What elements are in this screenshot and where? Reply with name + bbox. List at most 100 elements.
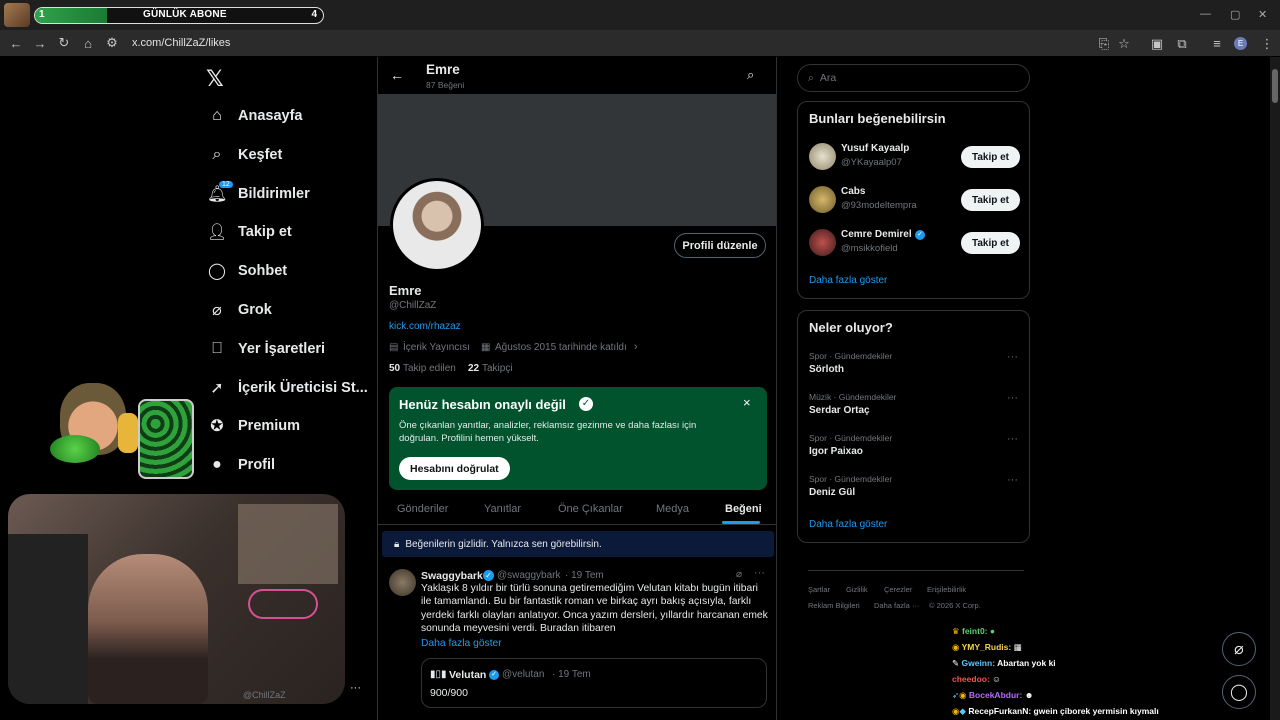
subscriber-goal-target: 4 — [311, 9, 317, 20]
edit-profile-button[interactable]: Profili düzenle — [674, 233, 766, 258]
grok-tweet-icon[interactable]: ⌀ — [736, 569, 742, 580]
tab-media[interactable]: Medya — [656, 503, 689, 515]
chat-badge-icon: ✎ — [952, 658, 960, 668]
nav-premium[interactable]: ✪ Premium — [207, 413, 300, 439]
scrollbar-thumb[interactable] — [1272, 69, 1278, 103]
follow-button[interactable]: Takip et — [961, 189, 1020, 211]
trend-name[interactable]: Deniz Gül — [809, 487, 855, 498]
home-browser-icon[interactable]: ⌂ — [76, 36, 100, 51]
tab-likes[interactable]: Beğeni — [725, 503, 762, 515]
trend-more-icon[interactable]: ··· — [1007, 392, 1018, 404]
profile-link[interactable]: kick.com/rhazaz — [389, 321, 461, 332]
menu-icon[interactable]: ⋮ — [1255, 36, 1279, 52]
following-count[interactable]: 50 — [389, 363, 400, 374]
search-input[interactable]: ⌕ Ara — [797, 64, 1030, 92]
suggestion-handle[interactable]: @msikkofield — [841, 243, 898, 254]
suggestion-avatar[interactable] — [809, 143, 836, 170]
nav-account-handle[interactable]: @ChillZaZ — [243, 690, 286, 700]
suggestion-name[interactable]: Yusuf Kayaalp — [841, 143, 909, 154]
footer-link[interactable]: Gizlilik — [846, 585, 868, 594]
tab-replies[interactable]: Yanıtlar — [484, 503, 521, 515]
profile-column: ← Emre 87 Beğeni ⌕ Profili düzenle Emre … — [377, 57, 777, 720]
forward-icon[interactable]: → — [28, 36, 52, 51]
nav-label: Takip et — [238, 224, 292, 240]
trend-more-icon[interactable]: ··· — [1007, 351, 1018, 363]
trend-more-icon[interactable]: ··· — [1007, 433, 1018, 445]
tab-posts[interactable]: Gönderiler — [397, 503, 448, 515]
nav-label: İçerik Üreticisi St... — [238, 380, 368, 396]
follow-button[interactable]: Takip et — [961, 146, 1020, 168]
grok-fab-icon[interactable]: ⌀ — [1222, 632, 1256, 666]
chat-badge-icon: ◆ — [959, 706, 966, 716]
footer-link[interactable]: Şartlar — [808, 585, 830, 594]
trend-name[interactable]: Serdar Ortaç — [809, 405, 870, 416]
nav-explore[interactable]: ⌕ Keşfet — [207, 142, 283, 168]
nav-profile[interactable]: ● Profil — [207, 452, 275, 478]
minimize-icon[interactable]: — — [1200, 8, 1211, 20]
suggestion-handle[interactable]: @YKayaalp07 — [841, 157, 902, 168]
messages-fab-icon[interactable]: ◯ — [1222, 675, 1256, 709]
x-logo[interactable]: 𝕏 — [206, 66, 224, 92]
nav-follow[interactable]: 👤︎ Takip et — [207, 219, 292, 245]
back-icon[interactable]: ← — [4, 36, 28, 51]
trend-more-icon[interactable]: ··· — [1007, 474, 1018, 486]
nav-bookmarks[interactable]: ⎕ Yer İşaretleri — [207, 336, 325, 362]
nav-notifications[interactable]: 🔔︎ 12 Bildirimler — [207, 181, 310, 207]
suggestion-name[interactable]: Cabs — [841, 186, 865, 197]
nav-label: Yer İşaretleri — [238, 341, 326, 357]
account-more-icon[interactable]: ··· — [350, 682, 361, 694]
tweet-author-avatar[interactable] — [389, 569, 416, 596]
url-field[interactable]: x.com/ChillZaZ/likes — [132, 37, 230, 49]
follow-button[interactable]: Takip et — [961, 232, 1020, 254]
chat-badge-icon: ♛ — [952, 626, 960, 636]
tweet-author-name[interactable]: Swaggybark — [421, 570, 483, 582]
suggestion-handle[interactable]: @93modeltempra — [841, 200, 917, 211]
nav-grok[interactable]: ⌀ Grok — [207, 297, 272, 323]
close-window-icon[interactable]: ✕ — [1258, 8, 1267, 21]
verify-account-button[interactable]: Hesabını doğrulat — [399, 457, 510, 480]
footer-link[interactable]: Reklam Bilgileri — [808, 601, 860, 610]
extensions-icon[interactable]: ⧉ — [1170, 36, 1194, 52]
show-more-link[interactable]: Daha fazla göster — [421, 638, 502, 649]
footer-link[interactable]: Erişilebilirlik — [927, 585, 966, 594]
back-arrow-icon[interactable]: ← — [390, 67, 404, 83]
suggestions-show-more[interactable]: Daha fazla göster — [809, 275, 887, 286]
tweet-author-handle[interactable]: @swaggybark — [497, 570, 561, 581]
followers-label[interactable]: Takipçi — [482, 363, 513, 374]
nav-home[interactable]: ⌂ Anasayfa — [207, 103, 302, 129]
tab-icon[interactable]: ▣ — [1145, 36, 1169, 52]
following-label[interactable]: Takip edilen — [403, 363, 456, 374]
suggestion-avatar[interactable] — [809, 186, 836, 213]
trend-name[interactable]: Igor Paixao — [809, 446, 863, 457]
nav-chat[interactable]: ◯ Sohbet — [207, 258, 287, 284]
followers-count[interactable]: 22 — [468, 363, 479, 374]
profile-avatar[interactable]: E — [1234, 37, 1247, 50]
quote-tweet[interactable]: ▮▯▮ Velutan ✓ @velutan · 19 Tem 900/900 — [421, 658, 767, 708]
footer-link[interactable]: Çerezler — [884, 585, 912, 594]
tweet-time[interactable]: · 19 Tem — [565, 570, 604, 581]
profile-avatar[interactable] — [390, 178, 484, 272]
close-icon[interactable]: × — [743, 395, 751, 410]
chevron-right-icon[interactable]: › — [634, 341, 638, 353]
site-info-icon[interactable]: ⚙ — [100, 35, 124, 51]
trends-show-more[interactable]: Daha fazla göster — [809, 519, 887, 530]
reload-icon[interactable]: ↻ — [52, 35, 76, 51]
suggestion-avatar[interactable] — [809, 229, 836, 256]
home-icon: ⌂ — [212, 107, 222, 124]
maximize-icon[interactable]: ▢ — [1230, 8, 1240, 21]
scrollbar[interactable] — [1270, 57, 1280, 720]
neon-light-image — [248, 589, 318, 619]
footer-link[interactable]: Daha fazla ··· — [874, 601, 919, 610]
webcam-overlay — [8, 494, 345, 704]
search-icon[interactable]: ⌕ — [747, 67, 754, 83]
tab-highlights[interactable]: Öne Çıkanlar — [558, 503, 623, 515]
tweet-text: Yaklaşık 8 yıldır bir türlü sonuna getir… — [421, 583, 768, 635]
reading-list-icon[interactable]: ≡ — [1205, 36, 1229, 51]
bookmark-star-icon[interactable]: ☆ — [1112, 36, 1136, 52]
more-options-icon[interactable]: ··· — [754, 567, 765, 579]
suggestion-name[interactable]: Cemre Demirel — [841, 229, 912, 240]
nav-creator-studio[interactable]: ➚ İçerik Üreticisi St... — [207, 375, 368, 401]
trend-name[interactable]: Sörloth — [809, 364, 844, 375]
chat-text: gwein çiborek yermisin kıymalı — [1033, 706, 1159, 716]
search-placeholder: Ara — [819, 72, 837, 84]
